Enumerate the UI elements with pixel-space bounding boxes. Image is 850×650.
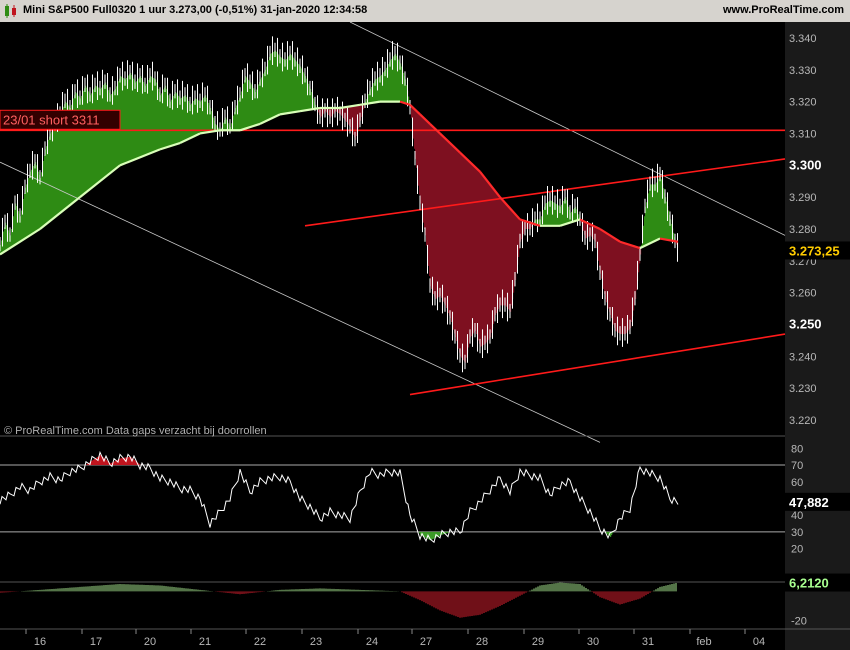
chart-header: Mini S&P500 Full0320 1 uur 3.273,00 (-0,…: [0, 0, 850, 23]
time-tick-label: 24: [366, 636, 378, 648]
time-tick-label: 28: [476, 636, 488, 648]
osc-tick-label: 80: [791, 443, 803, 455]
time-tick-label: 21: [199, 636, 211, 648]
chart-canvas[interactable]: 23/01 short 3311 3.340 3.330 3.320 3.310 3.30…: [0, 22, 850, 650]
osc-tick-label: 70: [791, 460, 803, 472]
price-tick-label: 3.230: [789, 383, 817, 395]
price-tick-label: 3.320: [789, 97, 817, 109]
hist-last-label: 6,2120: [789, 576, 829, 591]
osc-tick-label: 30: [791, 527, 803, 539]
price-tick-label: 3.250: [789, 317, 822, 332]
time-tick-label: 17: [90, 636, 102, 648]
hist-tick-label: -20: [791, 616, 807, 628]
site-link[interactable]: www.ProRealTime.com: [723, 4, 844, 16]
candlestick-logo-icon: [5, 4, 16, 18]
annotation-label: 23/01 short 3311: [3, 112, 100, 127]
time-tick-label: 31: [642, 636, 654, 648]
price-tick-label: 3.220: [789, 415, 817, 427]
osc-last-label: 47,882: [789, 495, 829, 510]
time-tick-label: 23: [310, 636, 322, 648]
osc-tick-label: 60: [791, 477, 803, 489]
price-axis-panel: [785, 22, 850, 650]
time-tick-label: 27: [420, 636, 432, 648]
price-tick-label: 3.330: [789, 65, 817, 77]
price-tick-label: 3.290: [789, 192, 817, 204]
time-tick-label: 30: [587, 636, 599, 648]
time-tick-label: feb: [696, 636, 711, 648]
price-tick-label: 3.340: [789, 33, 817, 45]
time-tick-label: 20: [144, 636, 156, 648]
overbought-fill: [139, 464, 141, 466]
price-tick-label: 3.280: [789, 224, 817, 236]
time-tick-label: 16: [34, 636, 46, 648]
instrument-title: Mini S&P500 Full0320 1 uur 3.273,00 (-0,…: [23, 4, 368, 16]
price-tick-label: 3.310: [789, 128, 817, 140]
price-tick-label: 3.300: [789, 157, 822, 172]
osc-tick-label: 20: [791, 544, 803, 556]
time-tick-label: 22: [254, 636, 266, 648]
price-tick-label: 3.260: [789, 288, 817, 300]
osc-tick-label: 40: [791, 510, 803, 522]
time-tick-label: 04: [753, 636, 765, 648]
price-tick-label: 3.240: [789, 351, 817, 363]
watermark: © ProRealTime.com Data gaps verzacht bij…: [4, 425, 267, 437]
time-tick-label: 29: [532, 636, 544, 648]
last-price-label: 3.273,25: [789, 243, 840, 258]
